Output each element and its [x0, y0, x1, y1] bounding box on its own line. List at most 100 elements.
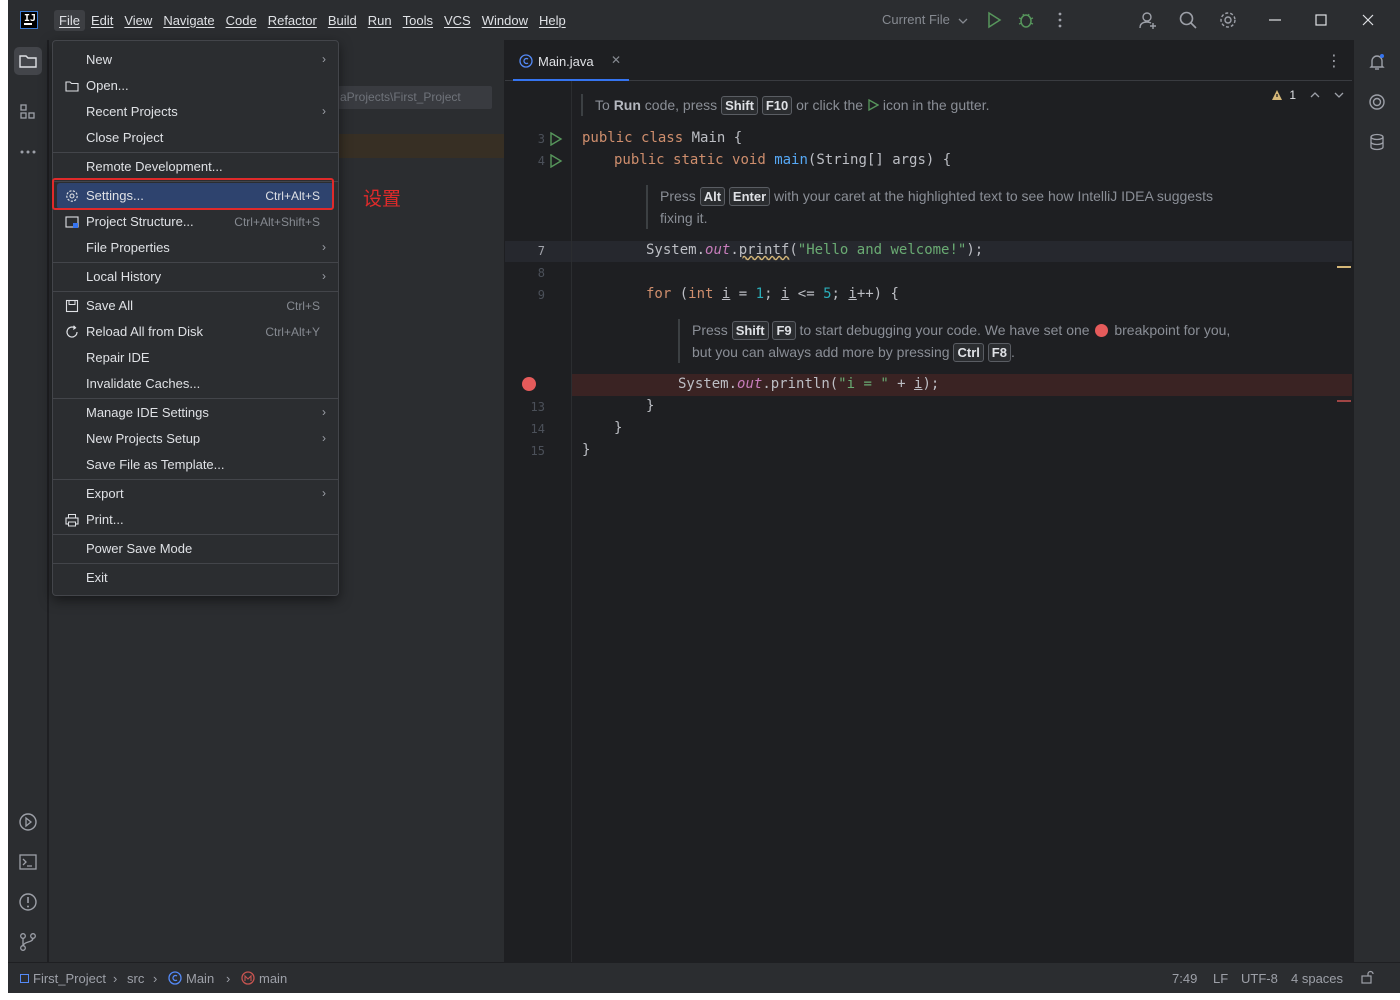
- more-tools-button[interactable]: [14, 138, 42, 166]
- menu-project-structure[interactable]: Project Structure... Ctrl+Alt+Shift+S: [53, 209, 338, 235]
- print-icon: [65, 514, 79, 527]
- menu-vcs[interactable]: VCS: [439, 10, 476, 31]
- hint-debug: Press Shift F9 to start debugging your c…: [678, 319, 1230, 363]
- hint-run-strong: Run: [613, 97, 641, 113]
- menu-repair-ide[interactable]: Repair IDE: [53, 345, 338, 371]
- menu-invalidate-caches[interactable]: Invalidate Caches...: [53, 371, 338, 397]
- run-main-gutter-icon[interactable]: [549, 154, 563, 168]
- menu-edit[interactable]: Edit: [86, 10, 118, 31]
- menu-manage-ide-settings[interactable]: Manage IDE Settings ›: [53, 400, 338, 426]
- breadcrumb-main-method[interactable]: main: [241, 971, 287, 986]
- menu-power-save-mode-label: Power Save Mode: [86, 541, 193, 556]
- menu-file[interactable]: File: [54, 9, 85, 31]
- menu-window[interactable]: Window: [477, 10, 533, 31]
- code-line-4[interactable]: public static void main(String[] args) {: [614, 152, 951, 168]
- menu-code[interactable]: Code: [221, 10, 262, 31]
- breadcrumb-src[interactable]: src: [127, 971, 144, 986]
- menu-export[interactable]: Export ›: [53, 481, 338, 507]
- run-config-selector[interactable]: Current File: [882, 12, 968, 27]
- menu-power-save-mode[interactable]: Power Save Mode: [53, 536, 338, 562]
- project-tool-button[interactable]: [14, 47, 42, 75]
- chevron-down-icon[interactable]: [1334, 91, 1344, 99]
- code-line-12[interactable]: System.out.println("i = " + i);: [678, 376, 939, 392]
- terminal-tool-button[interactable]: [14, 848, 42, 876]
- ai-assistant-icon[interactable]: [1367, 92, 1387, 112]
- menu-separator: [53, 262, 338, 263]
- code-line-13[interactable]: }: [646, 398, 654, 414]
- run-gutter-icon: [868, 98, 880, 112]
- warning-icon: [1272, 90, 1283, 100]
- run-icon[interactable]: [984, 10, 1004, 30]
- menu-export-label: Export: [86, 486, 124, 501]
- menu-save-all[interactable]: Save All Ctrl+S: [53, 293, 338, 319]
- file-encoding[interactable]: UTF-8: [1241, 971, 1278, 986]
- breadcrumb-project[interactable]: First_Project: [20, 971, 106, 986]
- menu-open[interactable]: Open...: [53, 73, 338, 99]
- problems-tool-button[interactable]: [14, 888, 42, 916]
- code-line-9[interactable]: for (int i = 1; i <= 5; i++) {: [646, 286, 899, 302]
- run-class-gutter-icon[interactable]: [549, 132, 563, 146]
- menu-file-properties[interactable]: File Properties ›: [53, 235, 338, 261]
- key-f10: F10: [761, 96, 793, 115]
- menu-close-project[interactable]: Close Project: [53, 125, 338, 151]
- unlock-icon[interactable]: [1360, 970, 1374, 984]
- debug-icon[interactable]: [1016, 10, 1036, 30]
- breakpoint-icon[interactable]: [522, 377, 536, 391]
- tab-label: Main.java: [538, 54, 594, 69]
- menu-new[interactable]: New ›: [53, 47, 338, 73]
- minimize-icon[interactable]: [1265, 10, 1285, 30]
- close-icon[interactable]: [1358, 10, 1378, 30]
- menu-save-file-as-template[interactable]: Save File as Template...: [53, 452, 338, 478]
- inspection-widget[interactable]: 1: [1271, 88, 1344, 102]
- settings-annotation: 设置: [363, 188, 402, 210]
- git-tool-button[interactable]: [14, 928, 42, 956]
- chevron-up-icon[interactable]: [1310, 91, 1320, 99]
- breadcrumb-main-class[interactable]: Main: [168, 971, 214, 986]
- code-line-3[interactable]: public class Main {: [582, 130, 742, 146]
- menu-tools[interactable]: Tools: [398, 10, 438, 31]
- menu-print[interactable]: Print...: [53, 507, 338, 533]
- caret-position[interactable]: 7:49: [1172, 971, 1197, 986]
- menu-remote-development[interactable]: Remote Development...: [53, 154, 338, 180]
- warning-stripe-mark[interactable]: [1337, 266, 1351, 268]
- hint-alt-text-3: fixing it.: [660, 210, 708, 226]
- hint-run-text-4: icon in the gutter.: [878, 97, 990, 113]
- menu-help[interactable]: Help: [534, 10, 571, 31]
- menu-build[interactable]: Build: [323, 10, 362, 31]
- menu-new-projects-setup[interactable]: New Projects Setup ›: [53, 426, 338, 452]
- services-tool-button[interactable]: [14, 808, 42, 836]
- menu-open-label: Open...: [86, 78, 129, 93]
- more-actions-icon[interactable]: [1050, 10, 1070, 30]
- tab-options-icon[interactable]: ⋮: [1326, 51, 1342, 71]
- menu-run[interactable]: Run: [363, 10, 397, 31]
- gear-icon[interactable]: [1218, 10, 1238, 30]
- menu-reload-from-disk[interactable]: Reload All from Disk Ctrl+Alt+Y: [53, 319, 338, 345]
- menu-exit[interactable]: Exit: [53, 565, 338, 591]
- code-line-7[interactable]: System.out.printf("Hello and welcome!");: [646, 242, 983, 258]
- project-selected-row[interactable]: [338, 134, 504, 158]
- search-icon[interactable]: [1178, 10, 1198, 30]
- maximize-icon[interactable]: [1311, 10, 1331, 30]
- database-icon[interactable]: [1367, 132, 1387, 152]
- code-line-15[interactable]: }: [582, 442, 590, 458]
- hint-debug-text-5: .: [1010, 344, 1015, 360]
- breakpoint-stripe-mark[interactable]: [1337, 400, 1351, 402]
- tab-close-icon[interactable]: ✕: [611, 53, 621, 67]
- add-user-icon[interactable]: [1138, 10, 1158, 30]
- menu-separator: [53, 479, 338, 480]
- menu-refactor[interactable]: Refactor: [263, 10, 322, 31]
- line-separator[interactable]: LF: [1213, 971, 1228, 986]
- chevron-right-icon: ›: [322, 104, 326, 118]
- intellij-logo-icon[interactable]: IJ: [20, 11, 38, 29]
- hint-debug-text-2: to start debugging your code. We have se…: [795, 322, 1094, 338]
- notifications-icon[interactable]: [1367, 52, 1387, 72]
- menu-recent-projects[interactable]: Recent Projects ›: [53, 99, 338, 125]
- code-line-14[interactable]: }: [614, 420, 622, 436]
- tab-main-java[interactable]: Main.java ✕: [513, 40, 629, 81]
- menu-local-history[interactable]: Local History ›: [53, 264, 338, 290]
- key-alt: Alt: [699, 187, 726, 206]
- menu-view[interactable]: View: [119, 10, 157, 31]
- menu-navigate[interactable]: Navigate: [158, 10, 219, 31]
- structure-tool-button[interactable]: [14, 98, 42, 126]
- indent-setting[interactable]: 4 spaces: [1291, 971, 1343, 986]
